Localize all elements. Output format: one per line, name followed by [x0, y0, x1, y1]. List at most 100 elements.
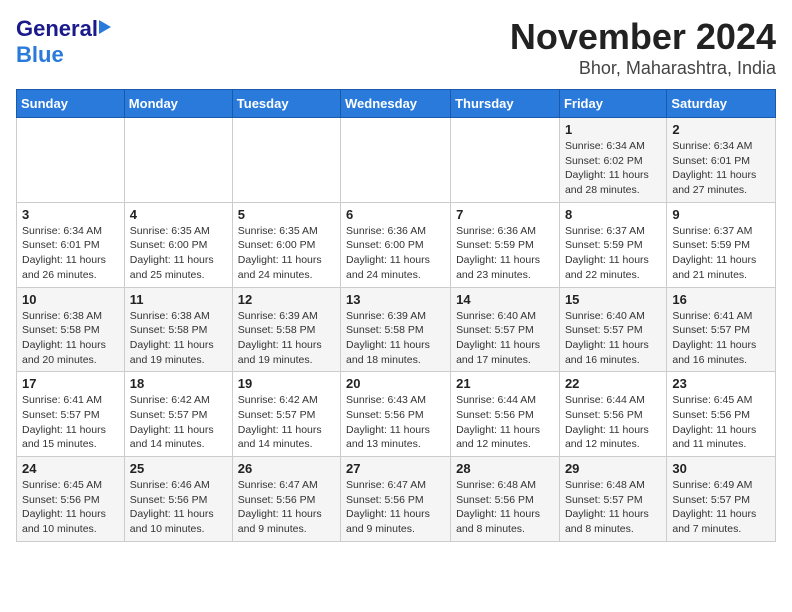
- weekday-header-saturday: Saturday: [667, 90, 776, 118]
- day-info: Sunrise: 6:35 AM Sunset: 6:00 PM Dayligh…: [130, 224, 227, 283]
- day-info: Sunrise: 6:38 AM Sunset: 5:58 PM Dayligh…: [130, 309, 227, 368]
- day-info: Sunrise: 6:41 AM Sunset: 5:57 PM Dayligh…: [22, 393, 119, 452]
- day-info: Sunrise: 6:48 AM Sunset: 5:57 PM Dayligh…: [565, 478, 661, 537]
- day-info: Sunrise: 6:35 AM Sunset: 6:00 PM Dayligh…: [238, 224, 335, 283]
- calendar-cell: 30Sunrise: 6:49 AM Sunset: 5:57 PM Dayli…: [667, 457, 776, 542]
- day-info: Sunrise: 6:42 AM Sunset: 5:57 PM Dayligh…: [238, 393, 335, 452]
- day-number: 2: [672, 122, 770, 137]
- day-number: 25: [130, 461, 227, 476]
- day-number: 27: [346, 461, 445, 476]
- calendar-cell: 4 Sunrise: 6:35 AM Sunset: 6:00 PM Daylig…: [124, 202, 232, 287]
- day-number: 16: [672, 292, 770, 307]
- day-info: Sunrise: 6:47 AM Sunset: 5:56 PM Dayligh…: [238, 478, 335, 537]
- calendar-cell: 10 Sunrise: 6:38 AM Sunset: 5:58 PM Dayli…: [17, 287, 125, 372]
- weekday-header-wednesday: Wednesday: [341, 90, 451, 118]
- weekday-header-tuesday: Tuesday: [232, 90, 340, 118]
- calendar-cell: 16 Sunrise: 6:41 AM Sunset: 5:57 PM Dayli…: [667, 287, 776, 372]
- day-number: 23: [672, 376, 770, 391]
- day-number: 14: [456, 292, 554, 307]
- calendar-cell: 22 Sunrise: 6:44 AM Sunset: 5:56 PM Dayli…: [559, 372, 666, 457]
- calendar-cell: 25Sunrise: 6:46 AM Sunset: 5:56 PM Dayli…: [124, 457, 232, 542]
- calendar-header: SundayMondayTuesdayWednesdayThursdayFrid…: [17, 90, 776, 118]
- calendar-week-5: 24 Sunrise: 6:45 AM Sunset: 5:56 PM Dayli…: [17, 457, 776, 542]
- day-info: Sunrise: 6:45 AM Sunset: 5:56 PM Dayligh…: [22, 478, 119, 537]
- calendar-cell: 9Sunrise: 6:37 AM Sunset: 5:59 PM Daylig…: [667, 202, 776, 287]
- calendar-cell: 23 Sunrise: 6:45 AM Sunset: 5:56 PM Dayli…: [667, 372, 776, 457]
- calendar-week-2: 3 Sunrise: 6:34 AM Sunset: 6:01 PM Daylig…: [17, 202, 776, 287]
- day-number: 18: [130, 376, 227, 391]
- day-info: Sunrise: 6:40 AM Sunset: 5:57 PM Dayligh…: [456, 309, 554, 368]
- calendar-cell: 5 Sunrise: 6:35 AM Sunset: 6:00 PM Daylig…: [232, 202, 340, 287]
- title-area: November 2024 Bhor, Maharashtra, India: [510, 16, 776, 79]
- day-info: Sunrise: 6:47 AM Sunset: 5:56 PM Dayligh…: [346, 478, 445, 537]
- day-info: Sunrise: 6:44 AM Sunset: 5:56 PM Dayligh…: [456, 393, 554, 452]
- day-info: Sunrise: 6:43 AM Sunset: 5:56 PM Dayligh…: [346, 393, 445, 452]
- day-info: Sunrise: 6:45 AM Sunset: 5:56 PM Dayligh…: [672, 393, 770, 452]
- calendar-cell: 27 Sunrise: 6:47 AM Sunset: 5:56 PM Dayli…: [341, 457, 451, 542]
- day-info: Sunrise: 6:48 AM Sunset: 5:56 PM Dayligh…: [456, 478, 554, 537]
- weekday-header-friday: Friday: [559, 90, 666, 118]
- day-number: 19: [238, 376, 335, 391]
- calendar-cell: 1 Sunrise: 6:34 AM Sunset: 6:02 PM Daylig…: [559, 118, 666, 203]
- calendar-cell: 19 Sunrise: 6:42 AM Sunset: 5:57 PM Dayli…: [232, 372, 340, 457]
- day-number: 29: [565, 461, 661, 476]
- day-number: 6: [346, 207, 445, 222]
- day-info: Sunrise: 6:42 AM Sunset: 5:57 PM Dayligh…: [130, 393, 227, 452]
- day-info: Sunrise: 6:36 AM Sunset: 6:00 PM Dayligh…: [346, 224, 445, 283]
- calendar-cell: 7Sunrise: 6:36 AM Sunset: 5:59 PM Daylig…: [451, 202, 560, 287]
- calendar-cell: 6 Sunrise: 6:36 AM Sunset: 6:00 PM Daylig…: [341, 202, 451, 287]
- day-info: Sunrise: 6:34 AM Sunset: 6:01 PM Dayligh…: [22, 224, 119, 283]
- day-info: Sunrise: 6:37 AM Sunset: 5:59 PM Dayligh…: [565, 224, 661, 283]
- day-number: 5: [238, 207, 335, 222]
- calendar-cell: 28 Sunrise: 6:48 AM Sunset: 5:56 PM Dayli…: [451, 457, 560, 542]
- calendar-cell: [451, 118, 560, 203]
- logo-blue: Blue: [16, 42, 111, 68]
- calendar-cell: 11 Sunrise: 6:38 AM Sunset: 5:58 PM Dayli…: [124, 287, 232, 372]
- calendar-cell: 26 Sunrise: 6:47 AM Sunset: 5:56 PM Dayli…: [232, 457, 340, 542]
- calendar-body: 1 Sunrise: 6:34 AM Sunset: 6:02 PM Daylig…: [17, 118, 776, 542]
- day-info: Sunrise: 6:44 AM Sunset: 5:56 PM Dayligh…: [565, 393, 661, 452]
- day-number: 28: [456, 461, 554, 476]
- day-info: Sunrise: 6:38 AM Sunset: 5:58 PM Dayligh…: [22, 309, 119, 368]
- calendar-cell: 14 Sunrise: 6:40 AM Sunset: 5:57 PM Dayli…: [451, 287, 560, 372]
- day-number: 15: [565, 292, 661, 307]
- day-info: Sunrise: 6:40 AM Sunset: 5:57 PM Dayligh…: [565, 309, 661, 368]
- calendar-week-1: 1 Sunrise: 6:34 AM Sunset: 6:02 PM Daylig…: [17, 118, 776, 203]
- day-info: Sunrise: 6:41 AM Sunset: 5:57 PM Dayligh…: [672, 309, 770, 368]
- day-number: 24: [22, 461, 119, 476]
- day-number: 11: [130, 292, 227, 307]
- day-info: Sunrise: 6:34 AM Sunset: 6:01 PM Dayligh…: [672, 139, 770, 198]
- day-info: Sunrise: 6:36 AM Sunset: 5:59 PM Dayligh…: [456, 224, 554, 283]
- calendar-cell: [124, 118, 232, 203]
- calendar-cell: 24 Sunrise: 6:45 AM Sunset: 5:56 PM Dayli…: [17, 457, 125, 542]
- day-info: Sunrise: 6:39 AM Sunset: 5:58 PM Dayligh…: [346, 309, 445, 368]
- weekday-header-thursday: Thursday: [451, 90, 560, 118]
- day-number: 1: [565, 122, 661, 137]
- day-number: 3: [22, 207, 119, 222]
- calendar-cell: 21 Sunrise: 6:44 AM Sunset: 5:56 PM Dayli…: [451, 372, 560, 457]
- logo: General Blue: [16, 16, 111, 68]
- logo-arrow-icon: [99, 20, 111, 34]
- calendar-cell: 29 Sunrise: 6:48 AM Sunset: 5:57 PM Dayli…: [559, 457, 666, 542]
- calendar-week-3: 10 Sunrise: 6:38 AM Sunset: 5:58 PM Dayli…: [17, 287, 776, 372]
- day-number: 17: [22, 376, 119, 391]
- day-number: 22: [565, 376, 661, 391]
- calendar-cell: 13Sunrise: 6:39 AM Sunset: 5:58 PM Dayli…: [341, 287, 451, 372]
- day-number: 12: [238, 292, 335, 307]
- day-info: Sunrise: 6:39 AM Sunset: 5:58 PM Dayligh…: [238, 309, 335, 368]
- calendar-cell: [17, 118, 125, 203]
- weekday-header-sunday: Sunday: [17, 90, 125, 118]
- day-number: 26: [238, 461, 335, 476]
- day-number: 21: [456, 376, 554, 391]
- calendar-cell: 18 Sunrise: 6:42 AM Sunset: 5:57 PM Dayli…: [124, 372, 232, 457]
- page-header: General Blue November 2024 Bhor, Maharas…: [16, 16, 776, 79]
- logo-general: General: [16, 16, 98, 42]
- calendar-cell: 20 Sunrise: 6:43 AM Sunset: 5:56 PM Dayli…: [341, 372, 451, 457]
- day-number: 20: [346, 376, 445, 391]
- day-number: 10: [22, 292, 119, 307]
- day-number: 4: [130, 207, 227, 222]
- day-info: Sunrise: 6:34 AM Sunset: 6:02 PM Dayligh…: [565, 139, 661, 198]
- calendar-cell: 12 Sunrise: 6:39 AM Sunset: 5:58 PM Dayli…: [232, 287, 340, 372]
- page-title: November 2024: [510, 16, 776, 58]
- calendar-table: SundayMondayTuesdayWednesdayThursdayFrid…: [16, 89, 776, 542]
